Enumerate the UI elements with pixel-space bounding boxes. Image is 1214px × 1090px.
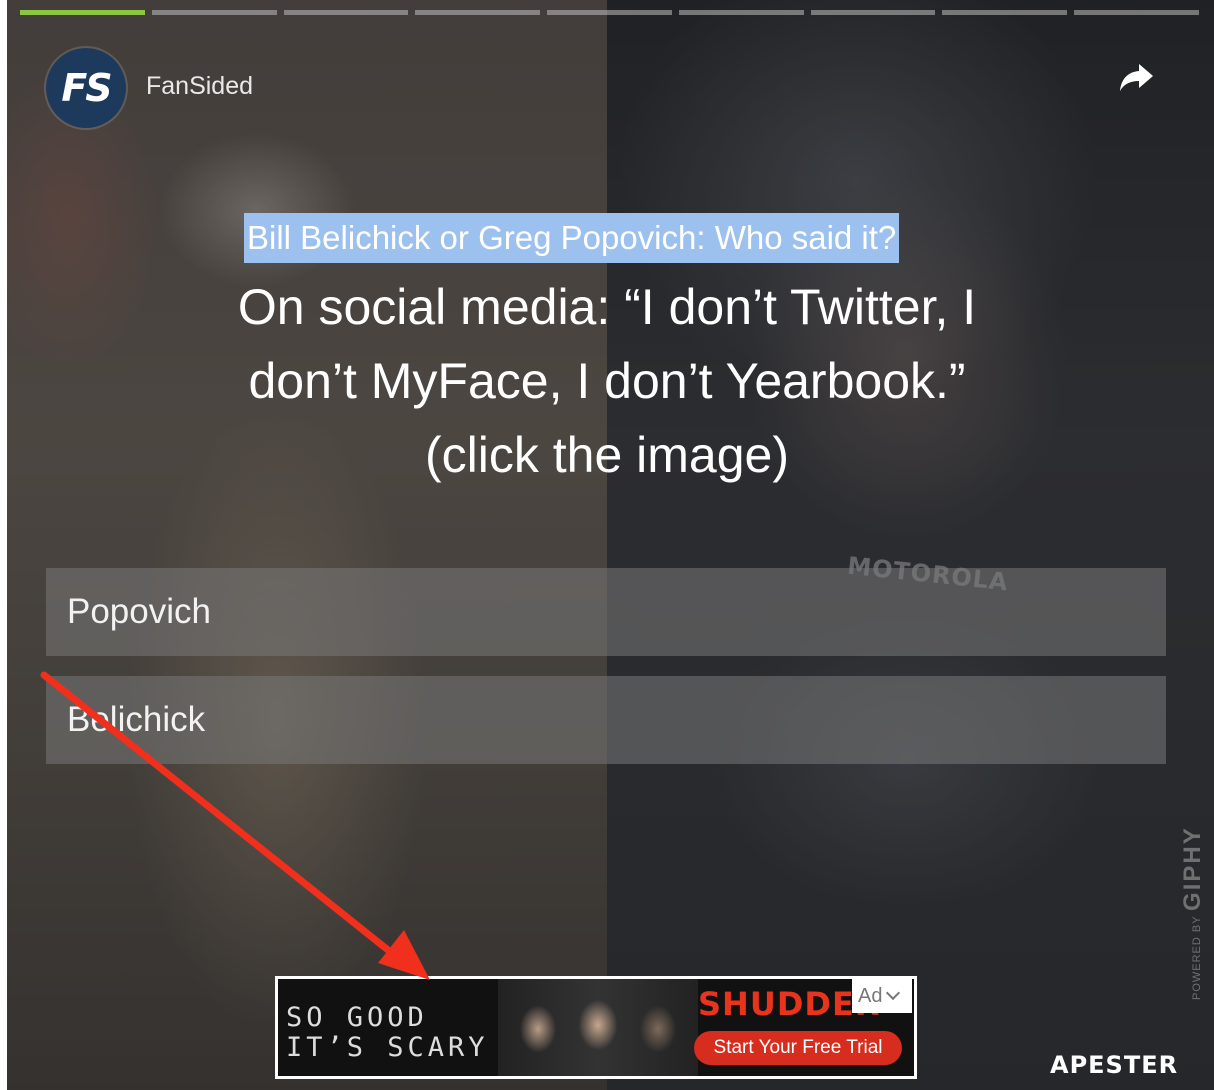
annotation-arrow-icon bbox=[40, 671, 430, 980]
